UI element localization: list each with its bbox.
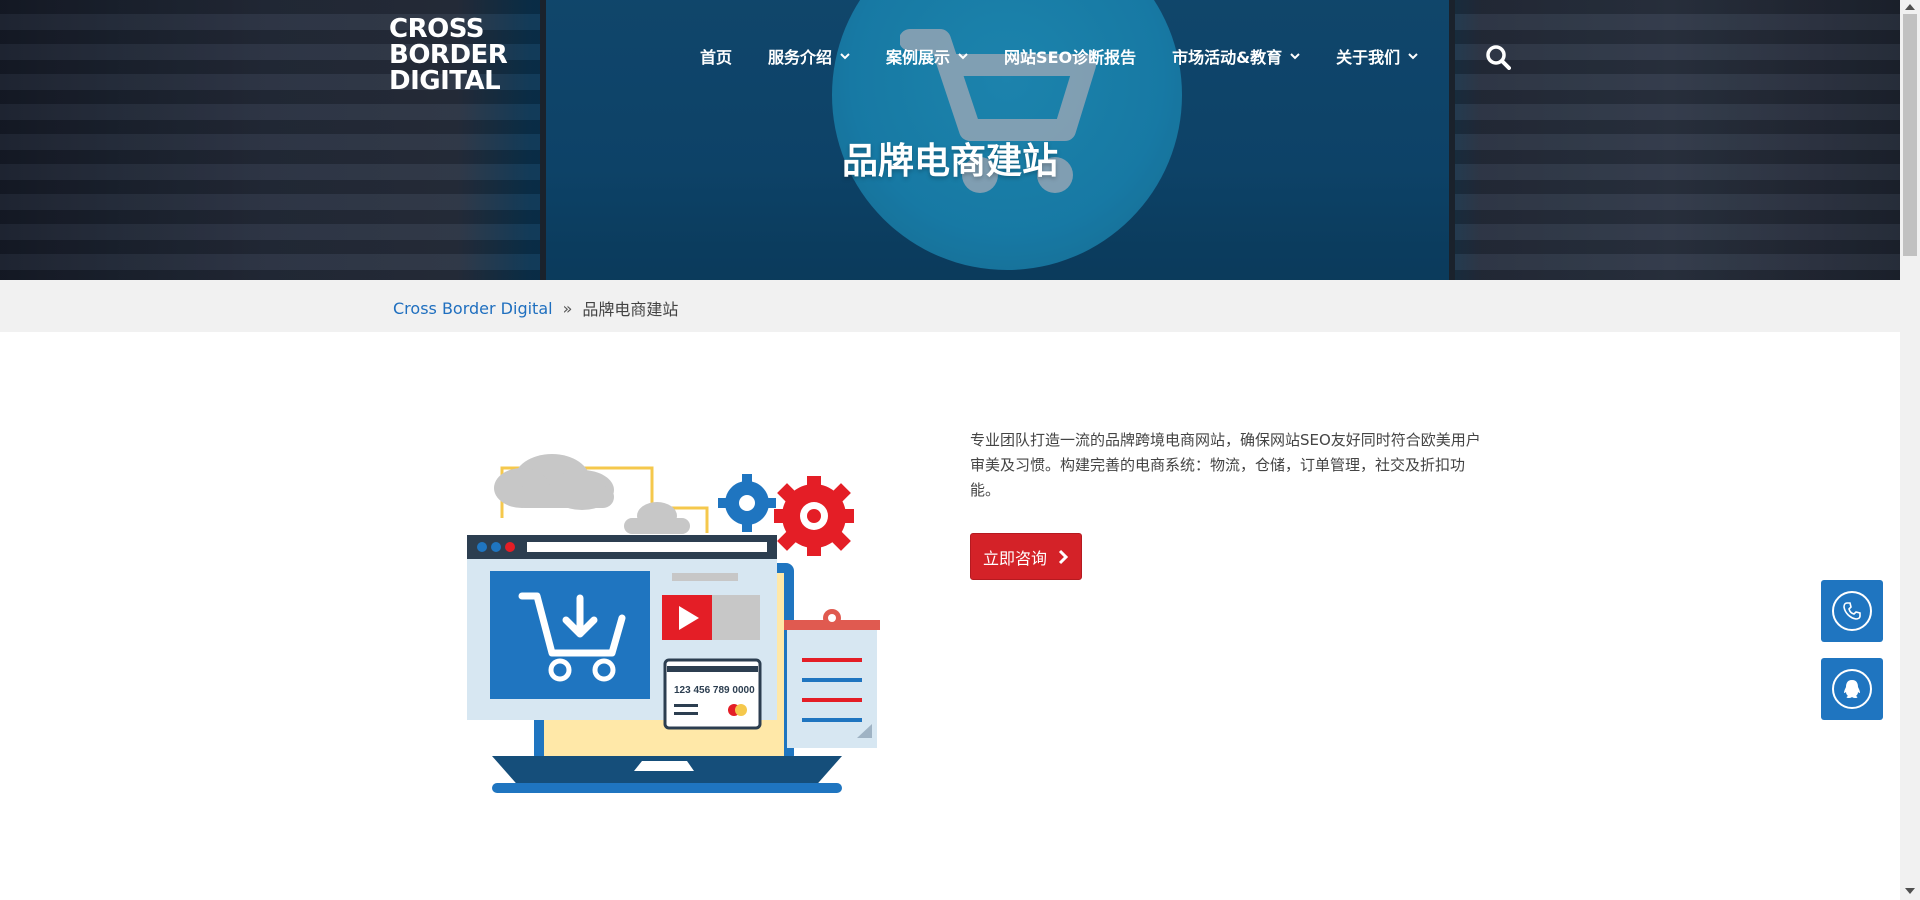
breadcrumb-current: 品牌电商建站 [582, 300, 679, 319]
scroll-down-arrow-icon[interactable] [1905, 888, 1915, 894]
breadcrumb-bar: Cross Border Digital » 品牌电商建站 [0, 280, 1900, 332]
consult-button[interactable]: 立即咨询 [970, 533, 1082, 580]
page-title: 品牌电商建站 [841, 141, 1058, 182]
nav-item-label: 市场活动&教育 [1172, 48, 1283, 67]
nav-item-label: 关于我们 [1336, 48, 1401, 67]
scroll-up-arrow-icon[interactable] [1905, 4, 1915, 10]
nav-item-cases[interactable]: 案例展示 [886, 44, 968, 68]
chevron-right-icon [1058, 549, 1069, 564]
chevron-down-icon [840, 53, 850, 60]
hero-banner: CROSS BORDER DIGITAL 首页 服务介绍 案例展示 网站SEO诊… [0, 0, 1900, 280]
page-scrollbar[interactable] [1900, 0, 1920, 900]
qq-icon-ring [1832, 669, 1872, 709]
qq-icon [1844, 680, 1860, 698]
gear-icon [718, 474, 776, 532]
chevron-down-icon [958, 53, 968, 60]
scroll-thumb[interactable] [1903, 14, 1917, 256]
nav-item-home[interactable]: 首页 [700, 44, 732, 68]
service-description: 专业团队打造一流的品牌跨境电商网站，确保网站SEO友好同时符合欧美用户审美及习惯… [970, 431, 1481, 499]
cloud-icon [494, 454, 614, 510]
ecommerce-illustration: 123 456 789 0000 [467, 454, 880, 793]
main-nav: 首页 服务介绍 案例展示 网站SEO诊断报告 市场活动&教育 关于我们 [700, 44, 1454, 68]
chevron-down-icon [1290, 53, 1300, 60]
logo-line-2: BORDER [389, 40, 508, 70]
nav-item-label: 网站SEO诊断报告 [1004, 48, 1137, 67]
nav-item-label: 服务介绍 [768, 48, 833, 67]
phone-contact-button[interactable] [1821, 580, 1883, 642]
logo-line-3: DIGITAL [389, 66, 501, 96]
logo-line-1: CROSS [389, 14, 485, 44]
nav-item-services[interactable]: 服务介绍 [768, 44, 850, 68]
nav-item-seo-report[interactable]: 网站SEO诊断报告 [1004, 44, 1136, 68]
breadcrumb: Cross Border Digital » 品牌电商建站 [393, 296, 678, 320]
nav-item-about[interactable]: 关于我们 [1336, 44, 1418, 68]
phone-icon-ring [1832, 591, 1872, 631]
nav-item-label: 案例展示 [886, 48, 951, 67]
site-logo[interactable]: CROSS BORDER DIGITAL [389, 14, 508, 96]
phone-icon [1843, 602, 1861, 620]
card-number-text: 123 456 789 0000 [674, 685, 755, 696]
nav-item-label: 首页 [700, 48, 733, 67]
gear-icon [774, 476, 854, 556]
consult-button-label: 立即咨询 [982, 548, 1047, 568]
search-icon[interactable] [1485, 44, 1511, 70]
qq-contact-button[interactable] [1821, 658, 1883, 720]
breadcrumb-home-link[interactable]: Cross Border Digital [393, 299, 553, 318]
nav-item-events[interactable]: 市场活动&教育 [1172, 44, 1300, 68]
chevron-down-icon [1408, 53, 1418, 60]
breadcrumb-separator: » [562, 298, 573, 318]
